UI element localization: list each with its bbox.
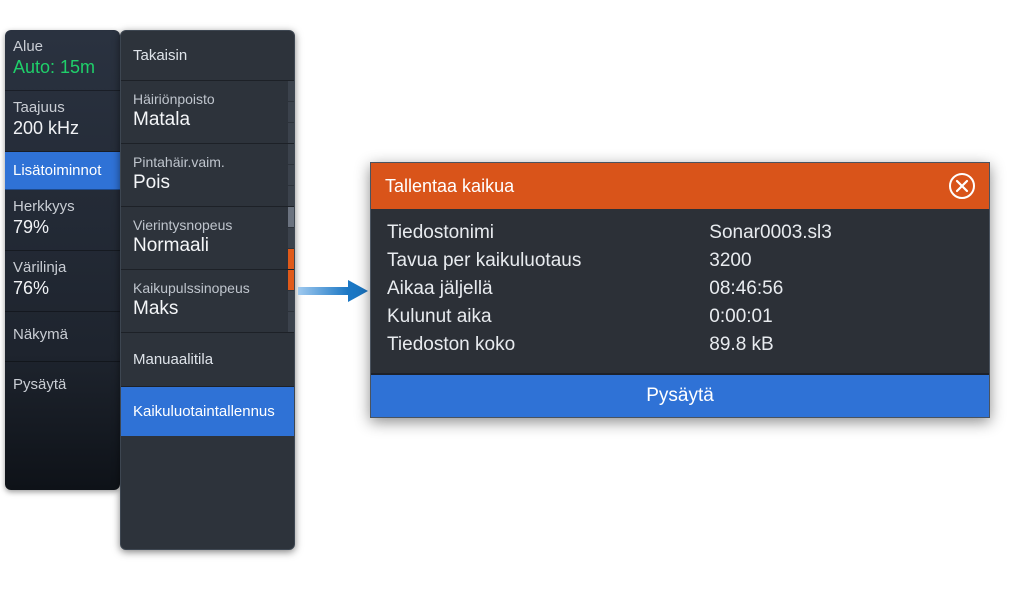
status-frequency[interactable]: Taajuus 200 kHz (5, 91, 120, 152)
row-value: 08:46:56 (709, 278, 973, 300)
dialog-stop-button[interactable]: Pysäytä (371, 373, 989, 417)
frequency-label: Taajuus (13, 99, 112, 116)
dialog-row-file-size: Tiedoston koko 89.8 kB (387, 331, 973, 359)
scroll-value: Normaali (133, 235, 282, 257)
colorline-value: 76% (13, 278, 112, 299)
submenu-noise-rejection[interactable]: Häiriönpoisto Matala (121, 81, 294, 144)
sensitivity-label: Herkkyys (13, 198, 112, 215)
noise-value: Matala (133, 109, 282, 131)
submenu-scroll-speed[interactable]: Vierintysnopeus Normaali (121, 207, 294, 270)
scroll-label: Vierintysnopeus (133, 217, 282, 233)
row-key: Tavua per kaikuluotaus (387, 250, 709, 272)
row-key: Tiedostonimi (387, 222, 709, 244)
sensitivity-value: 79% (13, 217, 112, 238)
surface-indicator (288, 144, 294, 206)
scroll-indicator (288, 207, 294, 269)
row-value: 3200 (709, 250, 973, 272)
frequency-value: 200 kHz (13, 118, 112, 139)
row-key: Tiedoston koko (387, 334, 709, 356)
row-key: Aikaa jäljellä (387, 278, 709, 300)
submenu-ping-speed[interactable]: Kaikupulssinopeus Maks (121, 270, 294, 333)
status-sensitivity[interactable]: Herkkyys 79% (5, 190, 120, 251)
submenu-manual-mode[interactable]: Manuaalitila (121, 333, 294, 387)
status-colorline[interactable]: Värilinja 76% (5, 251, 120, 312)
status-stop[interactable]: Pysäytä (5, 362, 120, 411)
row-key: Kulunut aika (387, 306, 709, 328)
status-range[interactable]: Alue Auto: 15m (5, 30, 120, 91)
status-panel: Alue Auto: 15m Taajuus 200 kHz Lisätoimi… (5, 30, 120, 490)
row-value: 0:00:01 (709, 306, 973, 328)
row-value: Sonar0003.sl3 (709, 222, 973, 244)
ping-value: Maks (133, 298, 282, 320)
surface-label: Pintahäir.vaim. (133, 154, 282, 170)
range-label: Alue (13, 38, 112, 55)
dialog-close-button[interactable] (949, 173, 975, 199)
recording-dialog: Tallentaa kaikua Tiedostonimi Sonar0003.… (370, 162, 990, 418)
submenu-back[interactable]: Takaisin (121, 31, 294, 81)
close-icon (955, 179, 969, 193)
status-view[interactable]: Näkymä (5, 312, 120, 362)
colorline-label: Värilinja (13, 259, 112, 276)
submenu-panel: Takaisin Häiriönpoisto Matala Pintahäir.… (120, 30, 295, 550)
submenu-surface-clarity[interactable]: Pintahäir.vaim. Pois (121, 144, 294, 207)
dialog-title-text: Tallentaa kaikua (385, 176, 514, 197)
noise-label: Häiriönpoisto (133, 91, 282, 107)
dialog-titlebar: Tallentaa kaikua (371, 163, 989, 209)
dialog-row-bytes-per-ping: Tavua per kaikuluotaus 3200 (387, 247, 973, 275)
arrow-icon (298, 278, 368, 309)
dialog-row-elapsed-time: Kulunut aika 0:00:01 (387, 303, 973, 331)
dialog-body: Tiedostonimi Sonar0003.sl3 Tavua per kai… (371, 209, 989, 373)
dialog-row-time-remaining: Aikaa jäljellä 08:46:56 (387, 275, 973, 303)
ping-indicator (288, 270, 294, 332)
submenu-sonar-recording[interactable]: Kaikuluotaintallennus (121, 387, 294, 436)
range-value: Auto: 15m (13, 57, 112, 78)
row-value: 89.8 kB (709, 334, 973, 356)
noise-indicator (288, 81, 294, 143)
status-more-options[interactable]: Lisätoiminnot (5, 152, 120, 190)
ping-label: Kaikupulssinopeus (133, 280, 282, 296)
surface-value: Pois (133, 172, 282, 194)
dialog-row-filename: Tiedostonimi Sonar0003.sl3 (387, 219, 973, 247)
